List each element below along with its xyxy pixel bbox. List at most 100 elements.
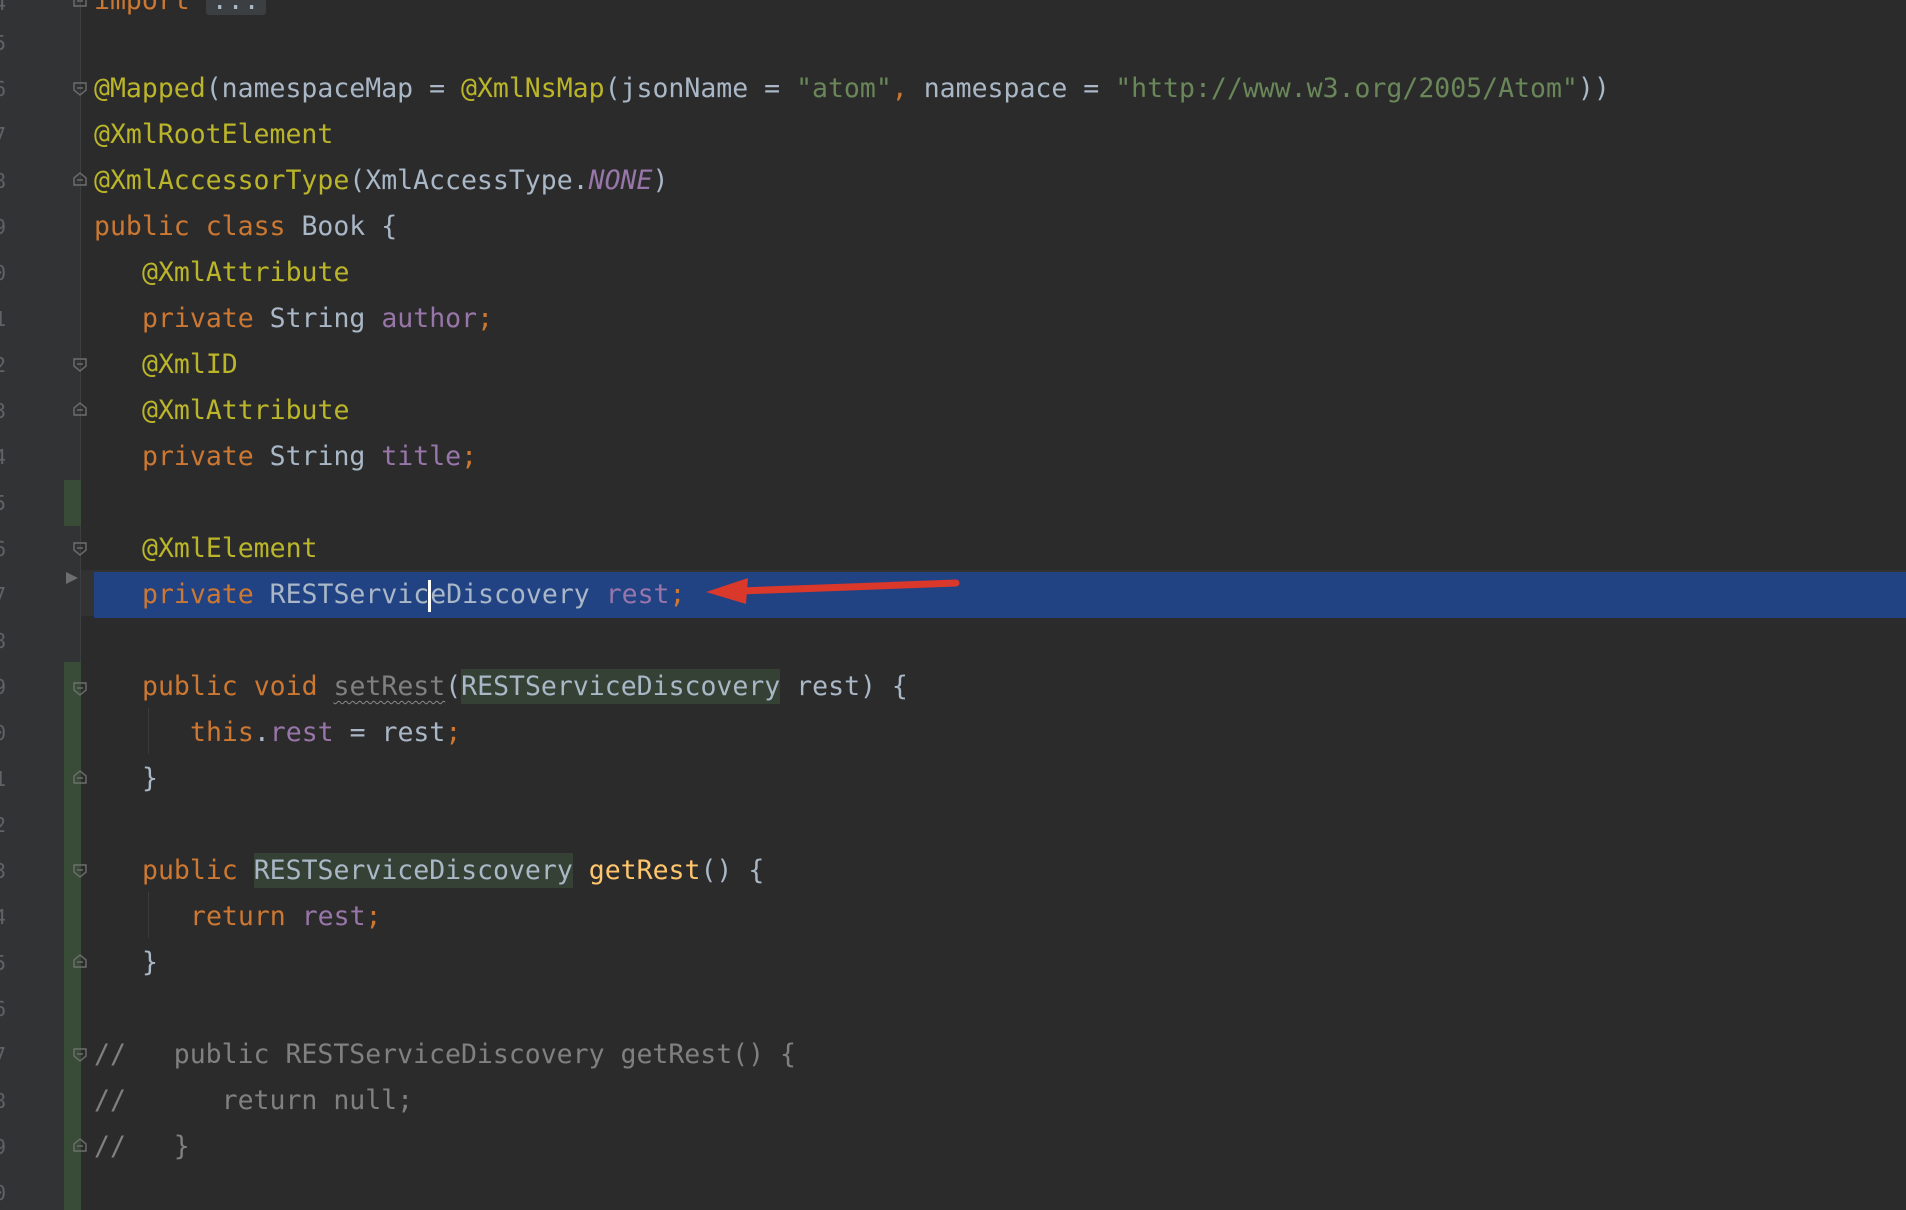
- code-line-xml-attribute[interactable]: @XmlAttribute: [142, 388, 349, 434]
- fold-start-icon[interactable]: [73, 682, 87, 696]
- line-number: 5: [0, 20, 6, 66]
- code-line-xml-attribute[interactable]: @XmlAttribute: [142, 250, 349, 296]
- line-number: 7: [0, 112, 6, 158]
- code-line-accessor-type[interactable]: @XmlAccessorType(XmlAccessType.NONE): [94, 158, 668, 204]
- keyword: this: [190, 717, 254, 748]
- line-number: 0: [0, 250, 6, 296]
- paren: (: [445, 671, 462, 702]
- code-line-comment[interactable]: // }: [94, 1124, 190, 1170]
- code-line-mapped-annotation[interactable]: @Mapped(namespaceMap = @XmlNsMap(jsonNam…: [94, 66, 1610, 112]
- annotation: @XmlID: [142, 349, 238, 380]
- code-line-get-rest-method[interactable]: public RESTServiceDiscovery getRest() {: [142, 848, 764, 894]
- line-number: 5: [0, 940, 6, 986]
- line-number: 2: [0, 342, 6, 388]
- fold-end-icon[interactable]: [73, 172, 87, 186]
- red-arrow-icon: [706, 578, 960, 604]
- line-number: 8: [0, 618, 6, 664]
- annotation: @XmlAttribute: [142, 257, 350, 288]
- fold-end-icon[interactable]: [73, 0, 87, 7]
- keyword: import: [94, 0, 190, 16]
- code-line-class-declaration[interactable]: public class Book {: [94, 204, 397, 250]
- line-number: 5: [0, 480, 6, 526]
- code-line-rest-field[interactable]: private RESTServiceDiscovery rest;: [142, 572, 685, 618]
- brace: }: [142, 947, 158, 978]
- annotation: @XmlAttribute: [142, 395, 350, 426]
- line-number: 8: [0, 158, 6, 204]
- line-number: 9: [0, 204, 6, 250]
- keyword: private: [142, 303, 254, 334]
- code-line-set-rest-method[interactable]: public void setRest(RESTServiceDiscovery…: [142, 664, 908, 710]
- line-number: 3: [0, 848, 6, 894]
- paren: ): [652, 165, 669, 196]
- fold-end-icon[interactable]: [73, 770, 87, 784]
- code-line-author-field[interactable]: private String author;: [142, 296, 493, 342]
- code-text: rest) {: [780, 671, 908, 702]
- code-line-comment[interactable]: // public RESTServiceDiscovery getRest()…: [94, 1032, 796, 1078]
- code-line-root-element[interactable]: @XmlRootElement: [94, 112, 333, 158]
- method-name: getRest: [588, 855, 701, 886]
- field-name: rest: [269, 717, 334, 748]
- code-text: = rest: [333, 717, 446, 748]
- code-line-xml-element[interactable]: @XmlElement: [142, 526, 318, 572]
- code-text: (XmlAccessType.: [349, 165, 589, 196]
- field-name: rest: [301, 901, 366, 932]
- keyword: public: [142, 855, 238, 886]
- highlighted-type-usage: RESTServiceDiscovery: [253, 853, 573, 888]
- code-text: () {: [700, 855, 765, 886]
- line-number: 0: [0, 710, 6, 756]
- annotation: @XmlNsMap: [460, 73, 605, 104]
- vcs-change-marker[interactable]: [64, 662, 81, 1210]
- unused-method-name: setRest: [333, 671, 446, 702]
- enum-constant: NONE: [588, 165, 653, 196]
- fold-start-icon[interactable]: [73, 358, 87, 372]
- play-arrow-icon[interactable]: [64, 562, 80, 584]
- code-line-closing-brace[interactable]: }: [142, 940, 158, 986]
- line-number: 6: [0, 66, 6, 112]
- semicolon: ;: [477, 303, 494, 334]
- type-name: RESTServic: [253, 579, 430, 610]
- fold-start-icon[interactable]: [73, 82, 87, 96]
- folded-code-placeholder[interactable]: ...: [205, 0, 266, 15]
- fold-start-icon[interactable]: [73, 1048, 87, 1062]
- line-number: 9: [0, 664, 6, 710]
- operator: =: [1067, 73, 1116, 104]
- code-line-title-field[interactable]: private String title;: [142, 434, 477, 480]
- field-name: author: [381, 303, 478, 334]
- annotation: @XmlAccessorType: [94, 165, 350, 196]
- fold-end-icon[interactable]: [73, 954, 87, 968]
- fold-start-icon[interactable]: [73, 864, 87, 878]
- code-line-closing-brace[interactable]: }: [142, 756, 158, 802]
- field-name: rest: [605, 579, 670, 610]
- code-line-return[interactable]: return rest;: [190, 894, 382, 940]
- vcs-change-marker[interactable]: [64, 480, 81, 526]
- keyword: class: [205, 211, 286, 242]
- type-name: String: [253, 441, 382, 472]
- annotation: @XmlElement: [142, 533, 318, 564]
- comma: ,: [891, 73, 924, 104]
- fold-start-icon[interactable]: [73, 542, 87, 556]
- keyword: public: [142, 671, 238, 702]
- keyword: return: [190, 901, 286, 932]
- paren: (: [604, 73, 621, 104]
- code-line-import[interactable]: import ...: [94, 0, 266, 24]
- code-line-comment[interactable]: // return null;: [94, 1078, 413, 1124]
- fold-end-icon[interactable]: [73, 402, 87, 416]
- field-name: title: [381, 441, 462, 472]
- line-number: 0: [0, 1170, 6, 1210]
- string-literal: "atom": [796, 73, 892, 104]
- semicolon: ;: [669, 579, 686, 610]
- indent-guide: [148, 708, 149, 754]
- code-editor[interactable]: 4 5 6 7 8 9 0 1 2 3 4 5 6 7 8 9 0 1 2 3 …: [0, 0, 1906, 1210]
- line-number: 3: [0, 388, 6, 434]
- type-name: String: [253, 303, 382, 334]
- code-line-assignment[interactable]: this.rest = rest;: [190, 710, 461, 756]
- line-number: 7: [0, 1032, 6, 1078]
- fold-end-icon[interactable]: [73, 1138, 87, 1152]
- line-number: 2: [0, 802, 6, 848]
- line-number: 6: [0, 526, 6, 572]
- line-number: 1: [0, 296, 6, 342]
- line-number: 6: [0, 986, 6, 1032]
- operator: =: [748, 73, 797, 104]
- code-line-xml-id[interactable]: @XmlID: [142, 342, 238, 388]
- highlighted-type-usage: RESTServiceDiscovery: [461, 669, 781, 704]
